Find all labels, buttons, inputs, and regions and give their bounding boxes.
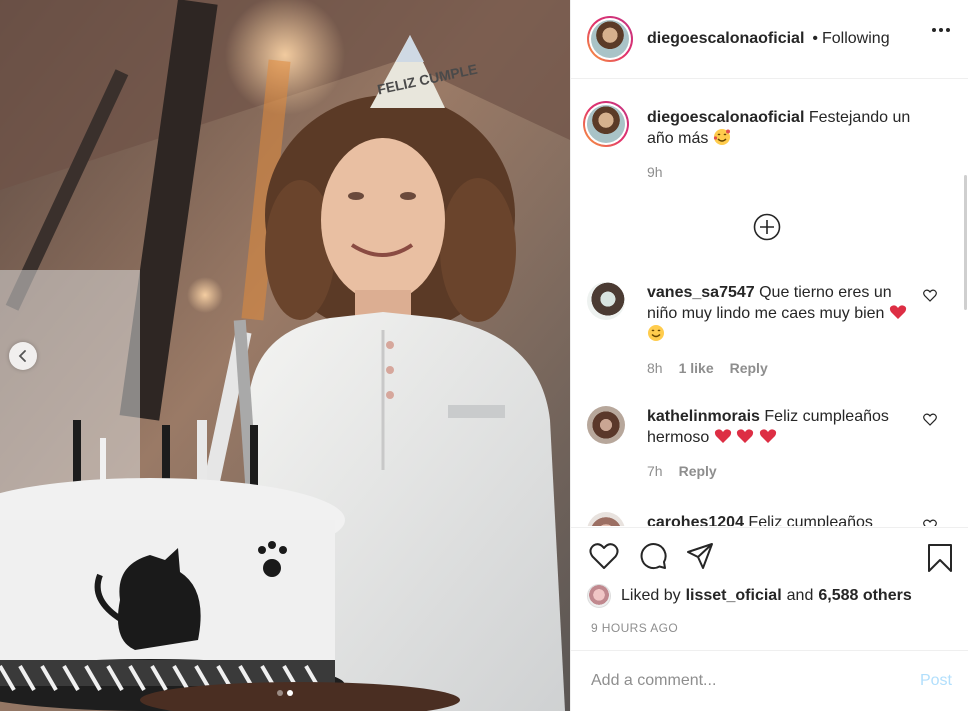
avatar — [587, 105, 625, 143]
send-icon[interactable] — [686, 542, 714, 570]
comment-likes[interactable]: 1 like — [679, 360, 714, 376]
post-button[interactable]: Post — [920, 672, 952, 690]
comments-scrollbar[interactable] — [963, 80, 968, 526]
likes-others[interactable]: 6,588 others — [818, 587, 911, 605]
story-ring[interactable] — [587, 16, 633, 62]
scrollbar-thumb[interactable] — [964, 175, 967, 310]
carousel-indicator — [0, 690, 570, 696]
comment-text: vanes_sa7547 Que tierno eres un niño muy… — [647, 282, 907, 345]
header-separator: • — [812, 30, 818, 47]
comment-time: 7h — [647, 463, 663, 479]
more-options-icon[interactable] — [932, 28, 950, 32]
red-heart-icon — [889, 305, 907, 319]
heart-icon[interactable] — [923, 413, 937, 426]
caption-meta: 9h — [647, 164, 937, 180]
comments-list[interactable]: diegoescalonaoficial Festejando un año m… — [571, 80, 968, 526]
comment-username[interactable]: carohes1204 — [647, 514, 744, 526]
liker-avatar[interactable] — [587, 584, 611, 608]
comment-message: Feliz cumpleaños — [748, 514, 873, 526]
carousel-dot — [277, 690, 283, 696]
chevron-left-icon — [18, 350, 26, 362]
heart-icon[interactable] — [589, 542, 619, 570]
caption-story-ring[interactable] — [583, 101, 629, 147]
comment-username[interactable]: kathelinmorais — [647, 408, 760, 425]
comment: kathelinmorais Feliz cumpleaños hermoso … — [587, 406, 937, 479]
smiling-face-icon — [648, 325, 664, 341]
smiling-face-with-hearts-icon — [713, 129, 730, 145]
red-heart-icon — [737, 429, 754, 443]
comment-meta: 8h 1 like Reply — [647, 360, 907, 376]
reply-button[interactable]: Reply — [679, 463, 717, 479]
likes-summary: Liked by lisset_oficial and 6,588 others — [587, 584, 952, 608]
following-button[interactable]: Following — [822, 30, 890, 48]
plus-circle-icon[interactable] — [753, 213, 781, 241]
comment-icon[interactable] — [639, 542, 667, 570]
caption-time: 9h — [647, 164, 663, 180]
post-photo[interactable]: FELIZ CUMPLE — [0, 0, 570, 711]
heart-icon[interactable] — [923, 519, 937, 526]
likes-conj: and — [786, 587, 814, 604]
header-username[interactable]: diegoescalonaoficial — [647, 30, 804, 48]
liker-username[interactable]: lisset_oficial — [686, 587, 782, 605]
red-heart-icon — [714, 429, 731, 443]
action-bar — [571, 527, 968, 587]
avatar[interactable] — [587, 406, 625, 444]
post-timestamp: 9 HOURS AGO — [591, 621, 679, 635]
comment-username[interactable]: vanes_sa7547 — [647, 284, 755, 301]
avatar — [591, 20, 629, 58]
avatar[interactable] — [587, 512, 625, 526]
bookmark-icon[interactable] — [927, 543, 953, 573]
comment-input[interactable] — [591, 672, 920, 690]
comment-meta: 7h Reply — [647, 463, 907, 479]
birthday-photo: FELIZ CUMPLE — [0, 0, 570, 711]
post-header: diegoescalonaoficial • Following — [571, 0, 968, 79]
likes-prefix: Liked by — [621, 587, 681, 604]
red-heart-icon — [759, 429, 776, 443]
add-comment-bar: Post — [571, 650, 968, 711]
caption: diegoescalonaoficial Festejando un año m… — [583, 101, 937, 180]
caption-username[interactable]: diegoescalonaoficial — [647, 109, 804, 126]
comment: carohes1204 Feliz cumpleaños — [587, 512, 937, 526]
heart-icon[interactable] — [923, 289, 937, 302]
post-side-panel: diegoescalonaoficial • Following diegoes… — [570, 0, 968, 711]
carousel-prev-button[interactable] — [9, 342, 37, 370]
instagram-post: FELIZ CUMPLE diegoescalonaoficial • Foll… — [0, 0, 968, 711]
carousel-dot-active — [287, 690, 293, 696]
caption-text: diegoescalonaoficial Festejando un año m… — [647, 107, 937, 149]
comment-time: 8h — [647, 360, 663, 376]
avatar[interactable] — [587, 282, 625, 320]
reply-button[interactable]: Reply — [730, 360, 768, 376]
comment-text: kathelinmorais Feliz cumpleaños hermoso — [647, 406, 907, 448]
comment: vanes_sa7547 Que tierno eres un niño muy… — [587, 282, 937, 376]
comment-text: carohes1204 Feliz cumpleaños — [647, 512, 907, 526]
